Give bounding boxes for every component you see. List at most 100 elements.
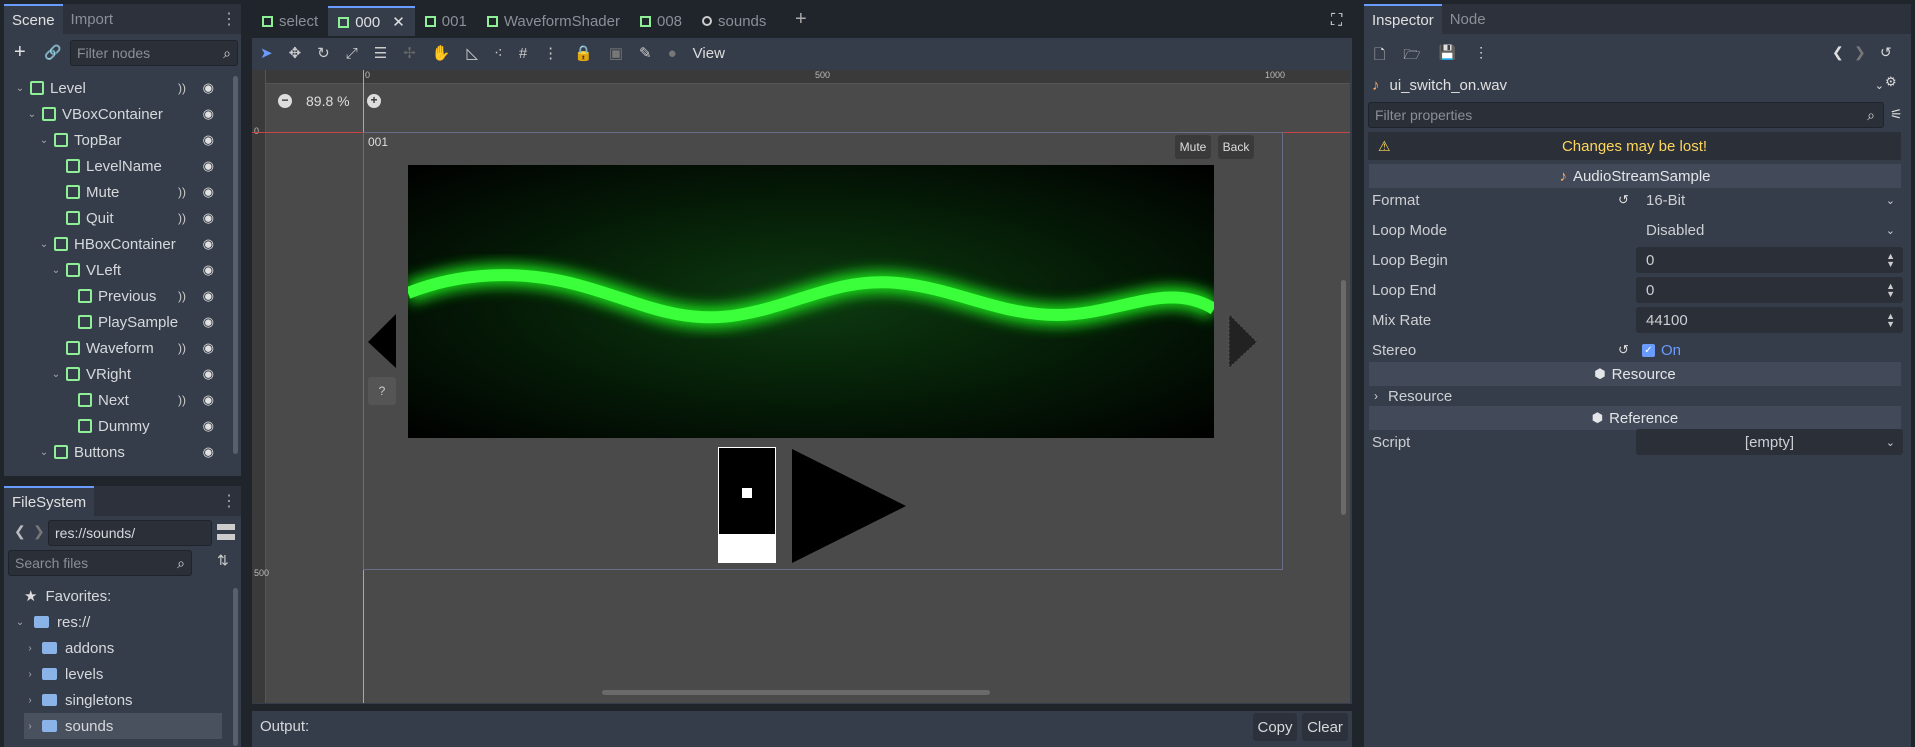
- favorites-row[interactable]: ★ Favorites:: [24, 583, 111, 609]
- ruler-tool-icon[interactable]: ◺: [466, 44, 478, 62]
- filter-properties-input[interactable]: Filter properties ⌕: [1368, 102, 1884, 128]
- signal-icon[interactable]: )): [178, 211, 186, 225]
- chevron-down-icon[interactable]: ⌄: [26, 109, 38, 120]
- rotate-tool-icon[interactable]: ↻: [317, 44, 330, 62]
- chevron-down-icon[interactable]: ⌄: [38, 239, 50, 250]
- move-tool-icon[interactable]: ✥: [289, 44, 302, 62]
- split-view-icon[interactable]: [217, 524, 235, 540]
- viewport-vscrollbar[interactable]: [1341, 280, 1346, 515]
- help-button[interactable]: ?: [368, 377, 396, 405]
- format-dropdown[interactable]: 16-Bit ⌄: [1636, 187, 1903, 213]
- list-select-icon[interactable]: ☰: [374, 44, 387, 62]
- view-menu[interactable]: View: [693, 45, 725, 62]
- sort-icon[interactable]: ⇅: [217, 552, 229, 569]
- path-input[interactable]: res://sounds/: [48, 520, 212, 546]
- res-root-row[interactable]: ⌄ res://: [14, 609, 91, 635]
- visibility-eye-icon[interactable]: ◉: [203, 210, 214, 226]
- visibility-eye-icon[interactable]: ◉: [203, 262, 214, 278]
- folder-levels-row[interactable]: › levels: [24, 661, 103, 687]
- snap-options-icon[interactable]: ⋮: [543, 44, 558, 62]
- play-icon[interactable]: [790, 447, 908, 565]
- visibility-eye-icon[interactable]: ◉: [203, 132, 214, 148]
- script-picker[interactable]: [empty] ⌄: [1636, 429, 1903, 455]
- visibility-eye-icon[interactable]: ◉: [203, 106, 214, 122]
- search-files-input[interactable]: Search files ⌕: [8, 550, 192, 576]
- loop-mode-dropdown[interactable]: Disabled ⌄: [1636, 217, 1903, 243]
- signal-icon[interactable]: )): [178, 81, 186, 95]
- history-icon[interactable]: ↺: [1880, 44, 1892, 61]
- visibility-eye-icon[interactable]: ◉: [203, 444, 214, 460]
- visibility-eye-icon[interactable]: ◉: [203, 158, 214, 174]
- lock-icon[interactable]: 🔒: [574, 44, 593, 62]
- close-icon[interactable]: ✕: [392, 13, 405, 31]
- revert-icon[interactable]: ↺: [1618, 342, 1629, 358]
- scene-node-row[interactable]: LevelName ◉: [4, 153, 236, 179]
- visibility-eye-icon[interactable]: ◉: [203, 288, 214, 304]
- tab-node[interactable]: Node: [1442, 4, 1494, 34]
- spinner-icon[interactable]: ▲ ▼: [1886, 252, 1895, 269]
- loop-begin-spinbox[interactable]: 0 ▲ ▼: [1636, 247, 1903, 273]
- signal-icon[interactable]: )): [178, 185, 186, 199]
- chevron-down-icon[interactable]: ⌄: [50, 265, 62, 276]
- pivot-icon[interactable]: ✢: [403, 44, 416, 62]
- scene-node-row[interactable]: Dummy ◉: [4, 413, 236, 439]
- signal-icon[interactable]: )): [178, 393, 186, 407]
- stereo-checkbox[interactable]: ✓ On: [1636, 337, 1903, 363]
- scene-tree-scrollbar[interactable]: [233, 76, 238, 454]
- editor-tab[interactable]: sounds: [692, 6, 776, 36]
- visibility-eye-icon[interactable]: ◉: [203, 418, 214, 434]
- tab-import[interactable]: Import: [63, 4, 122, 34]
- new-tab-icon[interactable]: +: [795, 8, 807, 31]
- scene-node-row[interactable]: ⌄ VLeft ◉: [4, 257, 236, 283]
- signal-icon[interactable]: )): [178, 341, 186, 355]
- revert-icon[interactable]: ↺: [1618, 192, 1629, 208]
- resource-menu-icon[interactable]: ⋮: [1474, 44, 1488, 68]
- previous-arrow-icon[interactable]: [366, 310, 398, 374]
- object-menu-icon[interactable]: ⚙: [1885, 74, 1897, 90]
- resource-picker[interactable]: ♪ ui_switch_on.wav ⌄: [1368, 72, 1890, 98]
- filter-nodes-input[interactable]: Filter nodes ⌕: [70, 40, 238, 66]
- chevron-down-icon[interactable]: ⌄: [38, 135, 50, 146]
- scene-node-row[interactable]: ⌄ VBoxContainer ◉: [4, 101, 236, 127]
- folder-singletons-row[interactable]: › singletons: [24, 687, 132, 713]
- back-button[interactable]: Back: [1218, 135, 1254, 159]
- skeleton-icon[interactable]: ●: [668, 45, 677, 62]
- scene-node-row[interactable]: ⌄ HBoxContainer ◉: [4, 231, 236, 257]
- scene-node-row[interactable]: Mute)) ◉: [4, 179, 236, 205]
- mute-button[interactable]: Mute: [1175, 135, 1211, 159]
- history-forward-icon[interactable]: ❯: [1854, 44, 1866, 61]
- spinner-icon[interactable]: ▲ ▼: [1886, 312, 1895, 329]
- scene-node-row[interactable]: ⌄ VRight ◉: [4, 361, 236, 387]
- filesystem-scrollbar[interactable]: [233, 588, 238, 746]
- visibility-eye-icon[interactable]: ◉: [203, 314, 214, 330]
- clear-button[interactable]: Clear: [1302, 713, 1348, 741]
- scene-menu-icon[interactable]: ⋮: [221, 9, 237, 29]
- visibility-eye-icon[interactable]: ◉: [203, 80, 214, 96]
- forward-icon[interactable]: ❯: [33, 523, 45, 540]
- property-options-icon[interactable]: ⚟: [1890, 106, 1903, 123]
- visibility-eye-icon[interactable]: ◉: [203, 184, 214, 200]
- scene-node-row[interactable]: PlaySample ◉: [4, 309, 236, 335]
- scene-node-row[interactable]: Waveform)) ◉: [4, 335, 236, 361]
- scene-node-row[interactable]: Quit)) ◉: [4, 205, 236, 231]
- filesystem-menu-icon[interactable]: ⋮: [221, 491, 237, 511]
- zoom-level[interactable]: 89.8 %: [306, 93, 350, 109]
- save-resource-icon[interactable]: 💾: [1439, 44, 1456, 68]
- add-node-icon[interactable]: +: [14, 41, 26, 64]
- scene-node-row[interactable]: ⌄ Buttons ◉: [4, 439, 236, 465]
- chevron-down-icon[interactable]: ⌄: [14, 83, 26, 94]
- visibility-eye-icon[interactable]: ◉: [203, 392, 214, 408]
- checkbox-icon[interactable]: ✓: [1642, 343, 1655, 357]
- distraction-free-icon[interactable]: ⛶: [1331, 12, 1342, 30]
- open-resource-icon[interactable]: 🗁: [1403, 44, 1420, 68]
- chevron-down-icon[interactable]: ⌄: [38, 447, 50, 458]
- pan-tool-icon[interactable]: ✋: [432, 44, 451, 62]
- viewport[interactable]: 0 500 1000 0 500 − 89.8 % + 001 Mute Bac…: [252, 70, 1350, 703]
- editor-tab[interactable]: 008: [630, 6, 692, 36]
- tab-filesystem[interactable]: FileSystem: [4, 486, 95, 516]
- history-back-icon[interactable]: ❮: [1832, 44, 1844, 61]
- link-icon[interactable]: 🔗: [44, 44, 61, 61]
- zoom-in-button[interactable]: +: [367, 94, 381, 108]
- visibility-eye-icon[interactable]: ◉: [203, 340, 214, 356]
- next-arrow-icon[interactable]: [1227, 310, 1259, 374]
